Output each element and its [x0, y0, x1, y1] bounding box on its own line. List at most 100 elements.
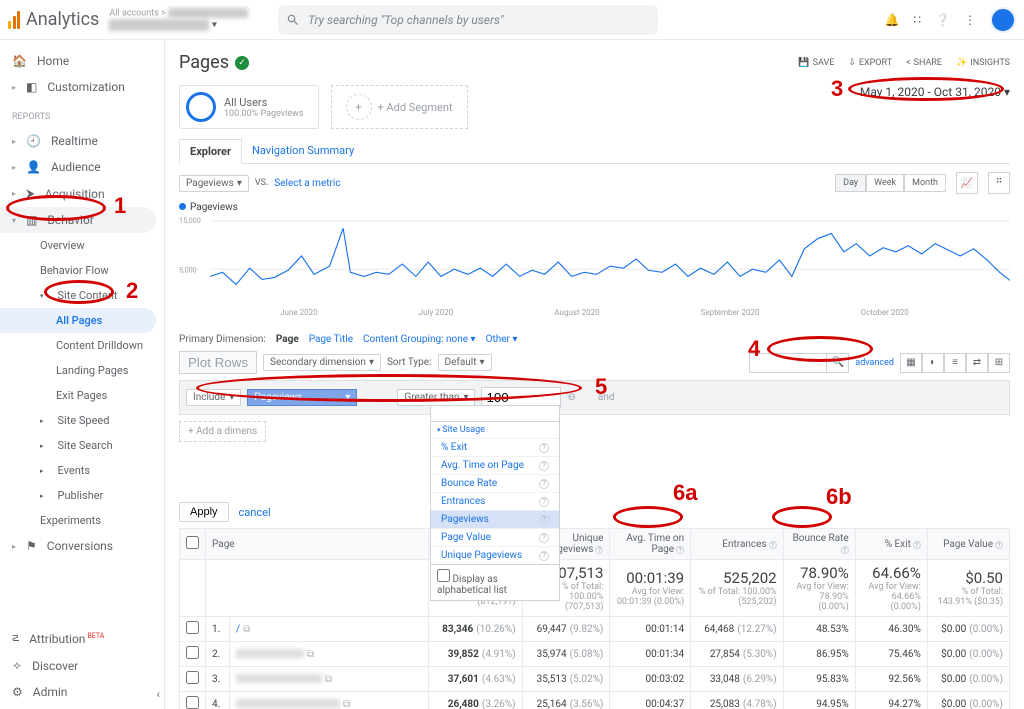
dim-page-title[interactable]: Page Title: [309, 334, 353, 345]
opt-bounce[interactable]: Bounce Rate?: [431, 474, 559, 492]
sidebar-publisher[interactable]: ▸Publisher: [0, 483, 164, 508]
view-table[interactable]: ▦: [900, 353, 922, 373]
product-logo: Analytics: [8, 9, 99, 30]
account-breadcrumb[interactable]: All accounts > ▾: [109, 8, 248, 30]
sidebar-all-pages[interactable]: All Pages: [0, 308, 156, 333]
advanced-link[interactable]: advanced: [855, 358, 894, 368]
dim-content-grouping[interactable]: Content Grouping: none ▾: [363, 334, 476, 345]
sidebar-site-search[interactable]: ▸Site Search: [0, 433, 164, 458]
search-bar[interactable]: Try searching "Top channels by users": [278, 5, 658, 35]
filter-condition[interactable]: Greater than ▾: [397, 389, 475, 406]
dim-other[interactable]: Other ▾: [486, 334, 518, 345]
view-comparison[interactable]: ⇄: [966, 353, 988, 373]
export-action[interactable]: ⇩ EXPORT: [848, 58, 892, 68]
segment-all-users[interactable]: All Users 100.00% Pageviews: [179, 85, 319, 129]
col-checkbox[interactable]: [180, 529, 206, 560]
view-pivot[interactable]: ⊞: [988, 353, 1010, 373]
sidebar-behavior-flow[interactable]: Behavior Flow: [0, 258, 164, 283]
sidebar-site-content[interactable]: ▾Site Content: [0, 283, 164, 308]
sidebar-acquisition[interactable]: ▸⮞Acquisition: [0, 180, 164, 207]
more-icon[interactable]: ⋮: [964, 13, 976, 27]
display-alpha[interactable]: Display as alphabetical list: [431, 564, 559, 600]
tab-nav-summary[interactable]: Navigation Summary: [242, 139, 364, 163]
page-title: Pages: [179, 52, 229, 73]
dropdown-search[interactable]: [431, 406, 559, 422]
insights-action[interactable]: ✨ INSIGHTS: [956, 58, 1010, 68]
add-dimension-button[interactable]: + Add a dimens: [179, 421, 266, 442]
sort-type[interactable]: Default ▾: [438, 354, 492, 371]
table-row[interactable]: 4.⧉26,480(3.26%)25,164(3.56%)00:04:3725,…: [180, 692, 1010, 709]
plot-rows-button[interactable]: Plot Rows: [179, 351, 257, 374]
sidebar-audience[interactable]: ▸👤Audience: [0, 154, 164, 180]
filter-include[interactable]: Include ▾: [186, 389, 241, 406]
collapse-sidebar[interactable]: ‹: [156, 687, 160, 701]
col-entrances[interactable]: Entrances?: [691, 529, 784, 560]
search-icon[interactable]: 🔍: [826, 354, 848, 372]
avatar[interactable]: [990, 7, 1016, 33]
line-chart: 15,000 5,000: [179, 213, 1010, 305]
period-week[interactable]: Week: [866, 174, 904, 192]
period-month[interactable]: Month: [904, 174, 946, 192]
dim-page[interactable]: Page: [276, 334, 299, 345]
verified-icon: ✓: [235, 56, 249, 70]
metric-dropdown[interactable]: Pageviews ▾: [179, 175, 249, 192]
view-performance[interactable]: ≡: [944, 353, 966, 373]
save-action[interactable]: 💾 SAVE: [798, 58, 834, 68]
share-action[interactable]: < SHARE: [906, 58, 942, 68]
search-icon: [286, 13, 300, 27]
sidebar-exit-pages[interactable]: Exit Pages: [0, 383, 164, 408]
sidebar: 🏠Home ▸◧Customization REPORTS ▸🕘Realtime…: [0, 40, 165, 709]
sidebar-experiments[interactable]: Experiments: [0, 508, 164, 533]
table-search-input[interactable]: [750, 355, 826, 370]
view-percentage[interactable]: ◐: [922, 353, 944, 373]
table-row[interactable]: 3.⧉37,601(4.63%)35,513(5.02%)00:03:0233,…: [180, 667, 1010, 692]
table-row[interactable]: 1./⧉83,346(10.26%)69,447(9.82%)00:01:146…: [180, 617, 1010, 642]
filter-bar: Include ▾ Pageviews▾ Greater than ▾ ⊖ an…: [179, 380, 1010, 415]
opt-page-value[interactable]: Page Value?: [431, 528, 559, 546]
chart-x-axis: June 2020 July 2020 August 2020 Septembe…: [179, 308, 1010, 317]
sidebar-home[interactable]: 🏠Home: [0, 48, 164, 74]
col-exit[interactable]: % Exit?: [855, 529, 927, 560]
opt-avg-time[interactable]: Avg. Time on Page?: [431, 456, 559, 474]
col-value[interactable]: Page Value?: [927, 529, 1009, 560]
apps-icon[interactable]: ∷: [913, 13, 921, 27]
sidebar-discover[interactable]: ✧Discover: [0, 653, 164, 679]
period-day[interactable]: Day: [835, 174, 866, 192]
notifications-icon[interactable]: 🔔: [884, 13, 899, 27]
sidebar-content-drilldown[interactable]: Content Drilldown: [0, 333, 164, 358]
opt-pageviews[interactable]: Pageviews?: [431, 510, 559, 528]
sidebar-reports-section: REPORTS: [0, 106, 164, 128]
help-icon[interactable]: ❔: [935, 13, 950, 27]
svg-text:5,000: 5,000: [179, 265, 197, 274]
metric-dropdown-menu: Site Usage % Exit? Avg. Time on Page? Bo…: [430, 405, 560, 601]
sidebar-realtime[interactable]: ▸🕘Realtime: [0, 128, 164, 154]
sidebar-customization[interactable]: ▸◧Customization: [0, 74, 164, 100]
tab-explorer[interactable]: Explorer: [179, 139, 242, 164]
table-search[interactable]: 🔍: [749, 353, 849, 373]
sidebar-attribution[interactable]: ౽AttributionBETA: [0, 624, 164, 653]
sidebar-landing-pages[interactable]: Landing Pages: [0, 358, 164, 383]
sidebar-site-speed[interactable]: ▸Site Speed: [0, 408, 164, 433]
date-range-picker[interactable]: May 1, 2020 - Oct 31, 2020 ▾: [860, 85, 1010, 99]
remove-filter[interactable]: ⊖: [567, 392, 575, 403]
sidebar-conversions[interactable]: ▸⚑Conversions: [0, 533, 164, 559]
secondary-dimension[interactable]: Secondary dimension ▾: [263, 354, 381, 371]
cancel-link[interactable]: cancel: [239, 506, 271, 519]
chart-type-line[interactable]: 📈: [956, 172, 978, 194]
add-segment[interactable]: ++ Add Segment: [331, 85, 468, 129]
sidebar-events[interactable]: ▸Events: [0, 458, 164, 483]
filter-metric[interactable]: Pageviews▾: [247, 389, 357, 406]
opt-unique[interactable]: Unique Pageviews?: [431, 546, 559, 564]
apply-button[interactable]: Apply: [179, 502, 229, 522]
chart-type-motion[interactable]: ⠛: [988, 172, 1010, 194]
col-bounce[interactable]: Bounce Rate?: [783, 529, 855, 560]
sidebar-behavior[interactable]: ▾▥Behavior: [0, 207, 156, 233]
table-row[interactable]: 2.⧉39,852(4.91%)35,974(5.08%)00:01:3427,…: [180, 642, 1010, 667]
col-page[interactable]: Page: [206, 529, 429, 560]
select-metric-link[interactable]: Select a metric: [274, 178, 340, 189]
sidebar-admin[interactable]: ⚙Admin: [0, 679, 164, 705]
sidebar-overview[interactable]: Overview: [0, 233, 164, 258]
opt-exit[interactable]: % Exit?: [431, 438, 559, 456]
col-avg-time[interactable]: Avg. Time on Page?: [610, 529, 691, 560]
opt-entrances[interactable]: Entrances?: [431, 492, 559, 510]
